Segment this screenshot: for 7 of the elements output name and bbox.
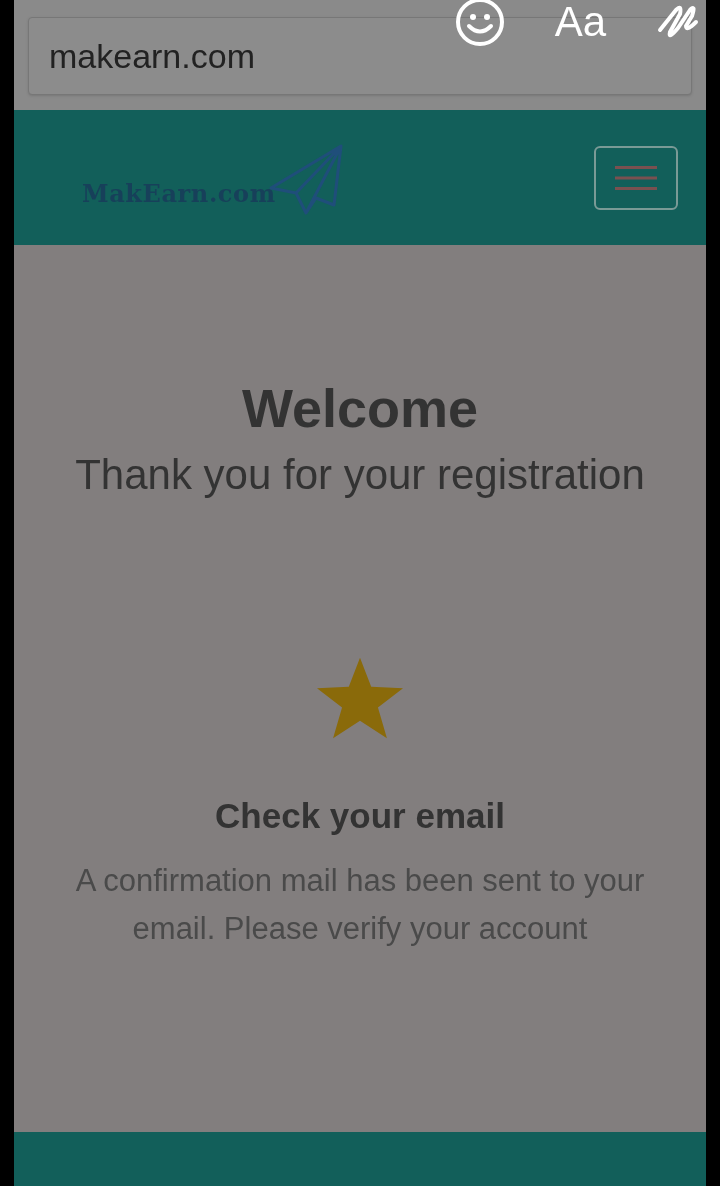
smiley-icon[interactable]: [454, 0, 505, 47]
check-email-heading: Check your email: [215, 795, 505, 837]
welcome-title: Welcome: [241, 377, 479, 440]
welcome-subtitle: Thank you for your registration: [75, 449, 645, 500]
menu-button[interactable]: [594, 145, 678, 210]
confirmation-message: A confirmation mail has been sent to your email. Please verify your account: [74, 861, 646, 948]
menu-icon: [615, 163, 657, 192]
